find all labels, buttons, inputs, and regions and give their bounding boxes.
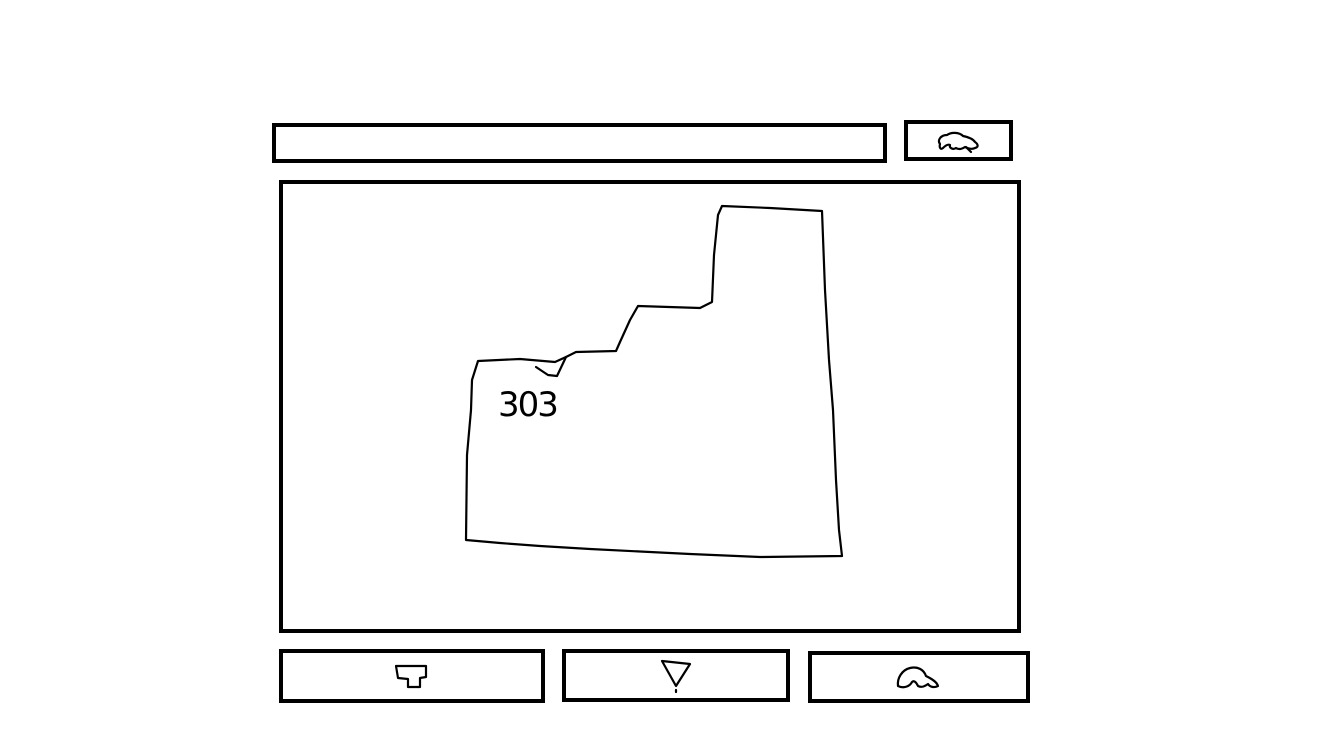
filter-button[interactable] (562, 649, 790, 702)
top-action-button[interactable] (904, 120, 1013, 161)
search-input[interactable] (272, 123, 887, 163)
funnel-icon (660, 659, 692, 693)
hand-icon (896, 666, 940, 689)
tooth-icon (394, 664, 428, 689)
room-number-label: 303 (498, 385, 559, 425)
hand-tool-button[interactable] (808, 651, 1030, 703)
drawing-canvas[interactable] (279, 180, 1021, 633)
app-window: 303 (0, 0, 1336, 754)
tooth-button[interactable] (279, 649, 545, 703)
cloud-hand-icon (937, 131, 979, 153)
